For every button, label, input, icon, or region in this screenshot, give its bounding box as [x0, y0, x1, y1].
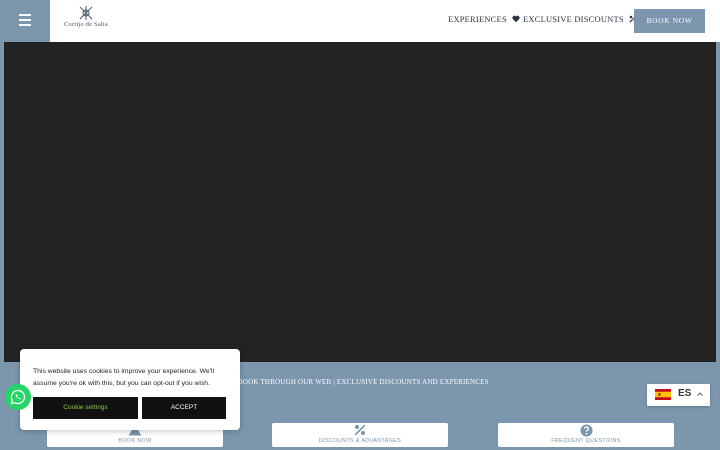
site-logo[interactable]: Cortijo de Salia [60, 6, 112, 36]
nav-exclusive-discounts[interactable]: EXCLUSIVE DISCOUNTS [523, 14, 637, 24]
card-discounts[interactable]: DISCOUNTS & ADVANTAGES [272, 423, 448, 447]
card-book-now-label: BOOK NOW [118, 438, 152, 444]
nav-experiences[interactable]: EXPERIENCES [448, 14, 520, 24]
menu-toggle-button[interactable] [0, 0, 50, 42]
question-circle-icon [579, 424, 593, 437]
language-code: ES [678, 388, 692, 399]
booking-tagline: BOOK THROUGH OUR WEB | EXCLUSIVE DISCOUN… [238, 378, 489, 386]
book-now-button[interactable]: BOOK NOW [634, 9, 705, 33]
percent-icon [354, 424, 366, 436]
heart-icon [512, 15, 520, 23]
card-frequent-questions[interactable]: FREQUENT QUESTIONS [498, 423, 674, 447]
card-discounts-label: DISCOUNTS & ADVANTAGES [318, 438, 402, 444]
cookie-consent-popup: This website uses cookies to improve you… [20, 349, 240, 430]
logo-text: Cortijo de Salia [64, 21, 108, 28]
cookie-message: This website uses cookies to improve you… [33, 368, 214, 387]
chevron-up-icon [697, 392, 703, 396]
whatsapp-icon [10, 389, 26, 405]
language-selector[interactable]: ES [647, 384, 710, 406]
card-faq-label: FREQUENT QUESTIONS [551, 438, 621, 444]
hero-video[interactable] [4, 42, 716, 362]
logo-emblem-icon [79, 6, 93, 20]
spain-flag-icon [655, 389, 671, 400]
nav-experiences-label: EXPERIENCES [448, 14, 507, 24]
cookie-settings-button[interactable]: Cookie settings [33, 397, 138, 419]
cookie-accept-button[interactable]: ACCEPT [142, 397, 226, 419]
whatsapp-button[interactable] [5, 384, 31, 410]
site-header: Cortijo de Salia EXPERIENCES EXCLUSIVE D… [0, 0, 720, 42]
nav-discounts-label: EXCLUSIVE DISCOUNTS [523, 14, 624, 24]
